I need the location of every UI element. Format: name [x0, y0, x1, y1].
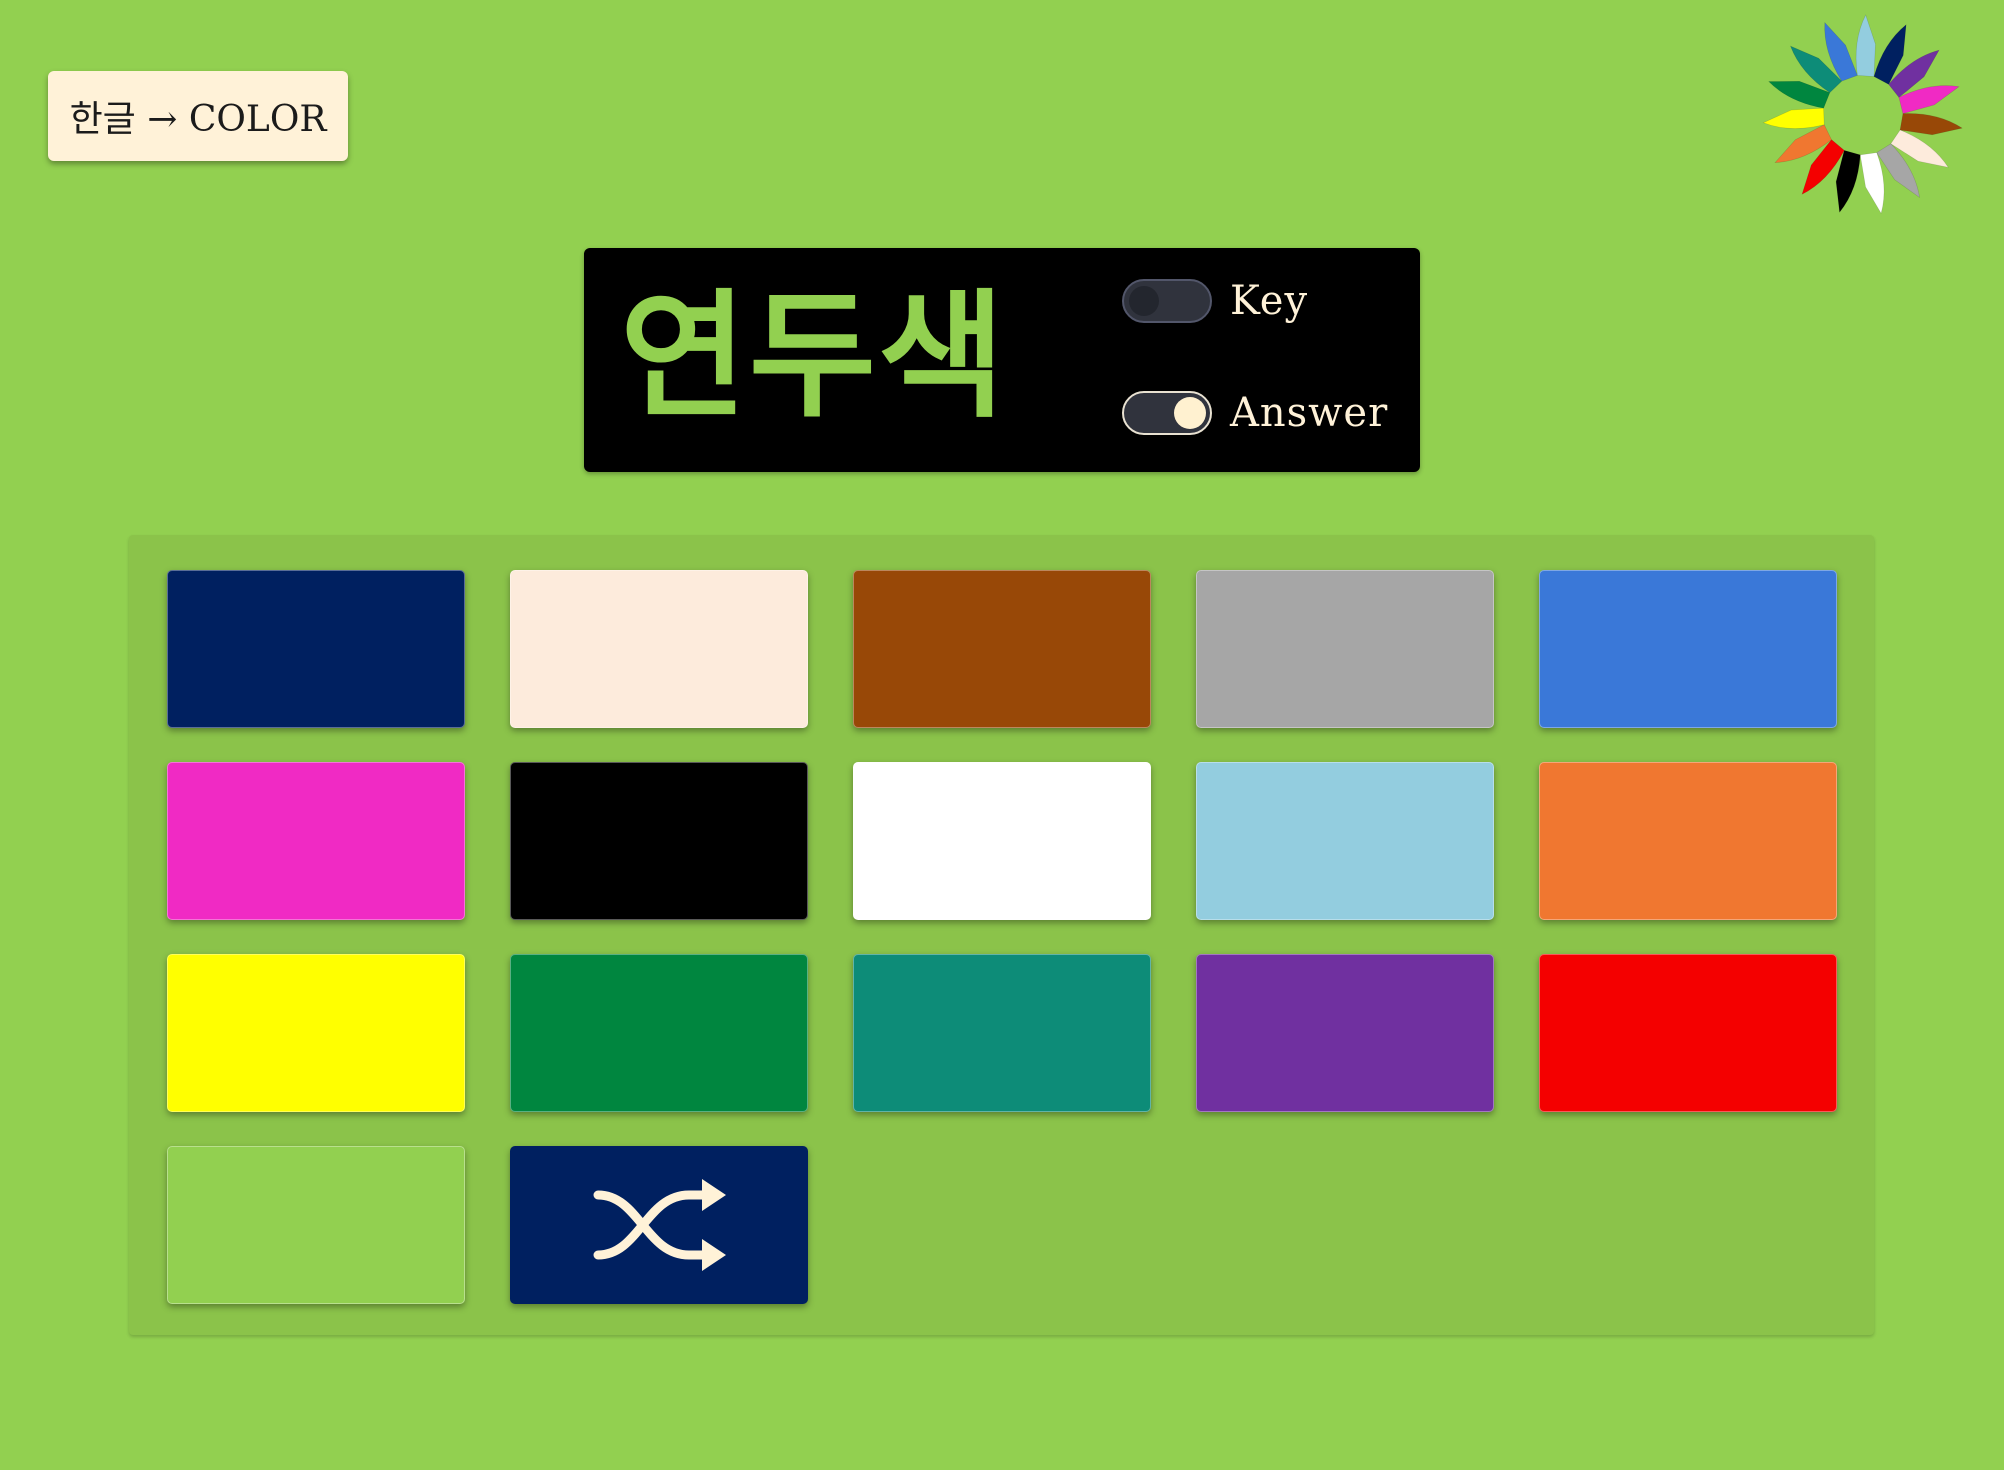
prompt-word: 연두색 — [620, 276, 1007, 437]
key-toggle-knob — [1129, 286, 1159, 316]
answer-toggle-knob — [1174, 397, 1206, 429]
prompt-card: 연두색 Key Answer — [584, 248, 1420, 472]
color-swatch[interactable] — [167, 570, 465, 728]
color-swatch[interactable] — [1196, 954, 1494, 1112]
mode-toggle-button[interactable]: 한글 → COLOR — [48, 71, 348, 161]
color-swatch[interactable] — [167, 954, 465, 1112]
key-toggle-label: Key — [1230, 278, 1309, 324]
color-swatch-grid — [129, 535, 1874, 1335]
shuffle-icon — [593, 1179, 726, 1271]
color-swatch[interactable] — [1196, 570, 1494, 728]
logo-petal — [1835, 149, 1861, 213]
color-swatch[interactable] — [510, 954, 808, 1112]
logo-petal — [1855, 14, 1876, 77]
color-swatch[interactable] — [853, 762, 1151, 920]
color-swatch[interactable] — [510, 570, 808, 728]
mode-label: 한글 → COLOR — [69, 99, 327, 140]
key-toggle-row[interactable]: Key — [1122, 278, 1308, 324]
color-swatch[interactable] — [1196, 762, 1494, 920]
logo-petal — [1762, 107, 1825, 129]
shuffle-button[interactable] — [510, 1146, 808, 1304]
answer-toggle-switch[interactable] — [1122, 391, 1212, 435]
color-swatch[interactable] — [853, 954, 1151, 1112]
color-swatch[interactable] — [167, 762, 465, 920]
answer-toggle-row[interactable]: Answer — [1122, 390, 1388, 436]
color-swatch[interactable] — [1539, 954, 1837, 1112]
color-swatch[interactable] — [1539, 762, 1837, 920]
color-swatch[interactable] — [510, 762, 808, 920]
key-toggle-switch[interactable] — [1122, 279, 1212, 323]
color-swatch[interactable] — [1539, 570, 1837, 728]
color-wheel-logo-icon — [1762, 14, 1963, 215]
logo-petal — [1899, 113, 1963, 136]
color-swatch[interactable] — [167, 1146, 465, 1304]
color-swatch[interactable] — [853, 570, 1151, 728]
logo-petal — [1859, 152, 1885, 215]
answer-toggle-label: Answer — [1230, 390, 1389, 436]
